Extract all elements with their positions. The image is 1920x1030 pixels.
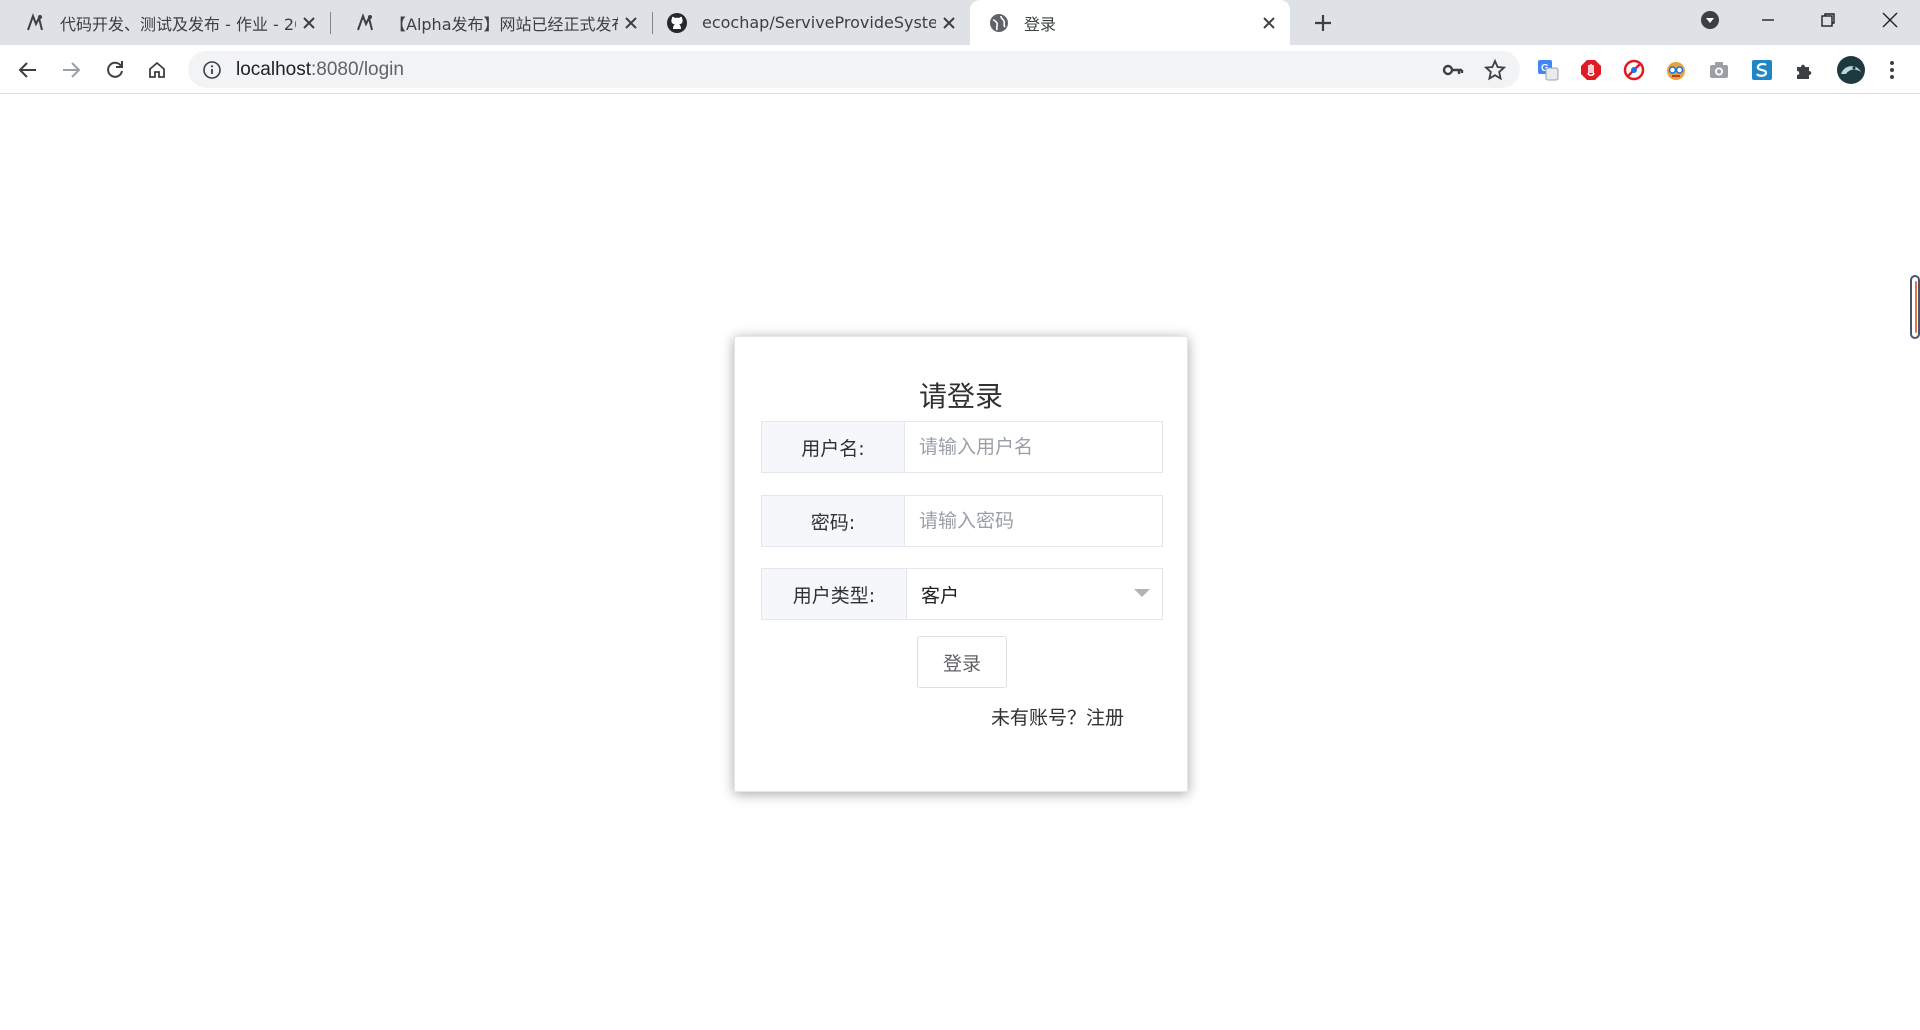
star-icon[interactable]	[1484, 59, 1506, 81]
chevron-down-icon	[1134, 589, 1150, 597]
page-viewport: 请登录 用户名: 密码: 用户类型: 客户 登录 未有账号？注册	[0, 95, 1920, 1030]
tab-title: 【Alpha发布】网站已经正式发布！	[390, 14, 618, 34]
minimize-button[interactable]	[1738, 0, 1798, 40]
tab-title: 登录	[1024, 14, 1057, 34]
back-button[interactable]	[12, 54, 44, 86]
usertype-value: 客户	[921, 584, 960, 607]
close-window-button[interactable]	[1860, 0, 1920, 40]
forward-button[interactable]	[55, 54, 87, 86]
tab-title: 代码开发、测试及发布 - 作业 - 202	[60, 14, 296, 34]
tab-homework[interactable]: 代码开发、测试及发布 - 作业 - 202	[0, 0, 330, 45]
url-text: localhost:8080/login	[236, 59, 404, 81]
tab-github[interactable]: ecochap/ServiveProvideSystem	[652, 0, 970, 45]
browser-toolbar: localhost:8080/login G	[0, 45, 1920, 94]
cnblogs-icon	[24, 12, 46, 34]
tab-search-button[interactable]	[1680, 0, 1740, 40]
close-icon	[1882, 12, 1898, 28]
home-icon	[149, 61, 165, 78]
chevron-down-icon	[1701, 11, 1719, 29]
address-bar[interactable]: localhost:8080/login	[188, 51, 1520, 88]
info-icon[interactable]	[202, 60, 222, 80]
tab-title: ecochap/ServiveProvideSystem	[702, 13, 936, 32]
password-input[interactable]	[905, 496, 1162, 546]
key-icon[interactable]	[1442, 59, 1464, 81]
plus-icon	[1315, 15, 1331, 31]
arrow-left-icon	[18, 62, 36, 78]
adblock-extension-icon[interactable]	[1579, 58, 1603, 82]
login-card: 请登录 用户名: 密码: 用户类型: 客户 登录 未有账号？注册	[734, 336, 1188, 792]
new-tab-button[interactable]	[1308, 8, 1338, 38]
url-path: :8080/login	[311, 58, 404, 80]
register-link[interactable]: 未有账号？注册	[991, 703, 1124, 730]
usertype-row: 用户类型: 客户	[761, 568, 1163, 620]
cnblogs-icon	[354, 12, 376, 34]
tab-alpha-release[interactable]: 【Alpha发布】网站已经正式发布！	[330, 0, 652, 45]
profile-avatar[interactable]	[1836, 55, 1866, 85]
globe-icon	[988, 12, 1010, 34]
puzzle-icon[interactable]	[1793, 58, 1817, 82]
tab-strip: 代码开发、测试及发布 - 作业 - 202 【Alpha发布】网站已经正式发布！…	[0, 0, 1920, 45]
arrow-right-icon	[63, 62, 81, 78]
username-row: 用户名:	[761, 421, 1163, 473]
s-extension-icon[interactable]	[1750, 58, 1774, 82]
tab-login[interactable]: 登录	[970, 0, 1290, 45]
restore-button[interactable]	[1798, 0, 1858, 40]
mascot-extension-icon[interactable]	[1664, 58, 1688, 82]
password-label: 密码:	[762, 496, 905, 546]
github-icon	[666, 12, 688, 34]
close-icon[interactable]	[618, 10, 644, 36]
username-input[interactable]	[905, 422, 1162, 472]
usertype-select[interactable]: 客户	[907, 569, 1162, 619]
usertype-label: 用户类型:	[762, 569, 907, 619]
camera-icon[interactable]	[1707, 58, 1731, 82]
password-row: 密码:	[761, 495, 1163, 547]
login-button[interactable]: 登录	[917, 636, 1007, 688]
close-icon[interactable]	[296, 10, 322, 36]
translate-extension-icon[interactable]: G	[1536, 58, 1560, 82]
reload-icon	[107, 61, 123, 78]
minimize-icon	[1762, 19, 1774, 21]
close-icon[interactable]	[936, 10, 962, 36]
home-button[interactable]	[141, 54, 173, 86]
url-host: localhost	[236, 58, 311, 80]
scrollbar-thumb[interactable]	[1910, 275, 1920, 339]
blocker-extension-icon[interactable]	[1622, 58, 1646, 82]
close-icon[interactable]	[1256, 10, 1282, 36]
reload-button[interactable]	[99, 54, 131, 86]
login-title: 请登录	[918, 380, 1003, 413]
more-menu-icon[interactable]	[1880, 58, 1904, 82]
restore-icon	[1821, 13, 1835, 27]
username-label: 用户名:	[762, 422, 905, 472]
